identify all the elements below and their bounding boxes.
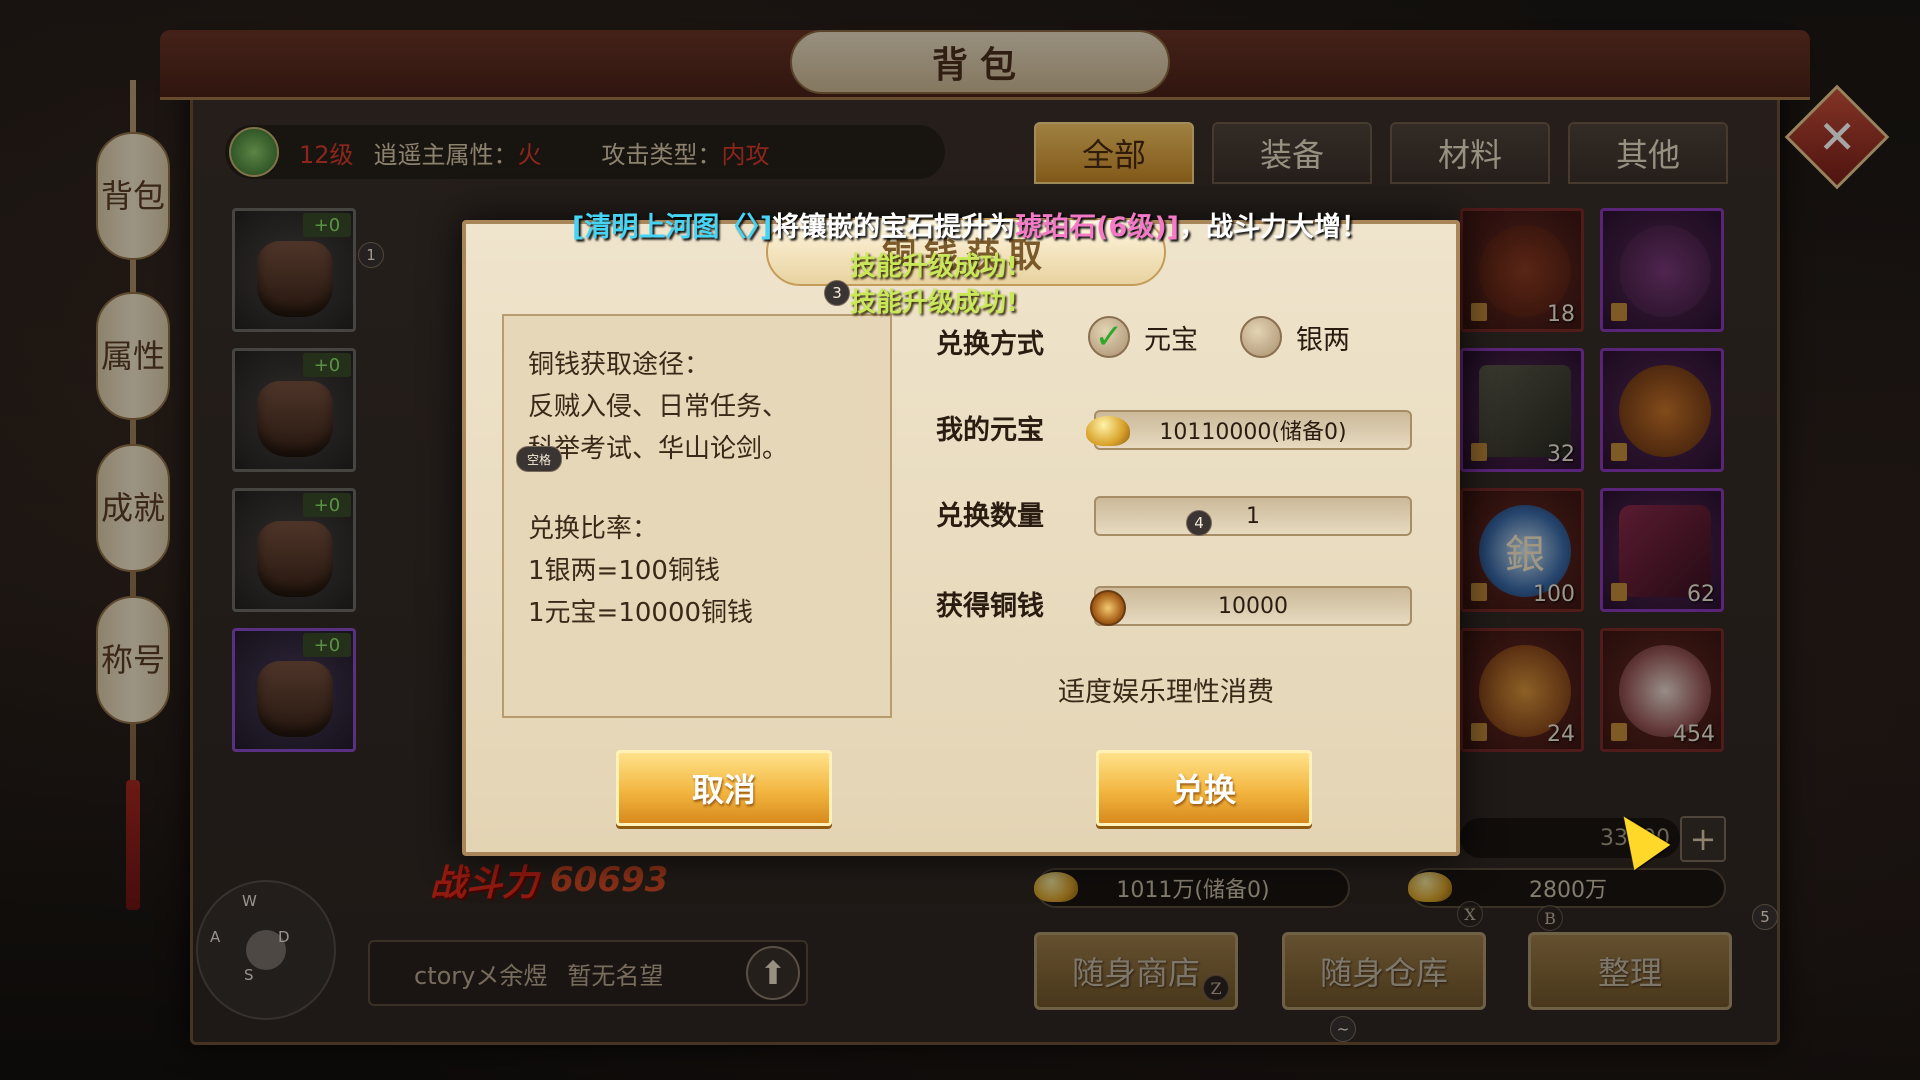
hotkey-badge: 空格 (516, 446, 562, 472)
info-line: 科举考试、华山论剑。 (528, 434, 789, 464)
method-option-label: 银两 (1296, 324, 1350, 356)
spending-notice: 适度娱乐理性消费 (1058, 677, 1274, 708)
hotkey-badge: 4 (1186, 510, 1212, 536)
quantity-value: 1 (1246, 503, 1260, 529)
exchange-button[interactable]: 兑换 (1096, 750, 1312, 826)
my-yuanbao-field: 10110000(储备0) (1086, 410, 1412, 450)
system-broadcast: [清明上河图〈〉] 将镶嵌的宝石提升为 琥珀石(6级)] ，战斗力大增！ (500, 202, 1440, 246)
my-yuanbao-label: 我的元宝 (936, 415, 1044, 446)
hotkey-badge: 3 (824, 280, 850, 306)
button-label: 兑换 (1171, 771, 1236, 809)
rate-line: 1银两=100铜钱 (528, 556, 720, 586)
rate-title: 兑换比率： (528, 514, 659, 544)
check-icon[interactable]: ✓ (1088, 316, 1130, 358)
exchange-info-panel: 铜钱获取途径： 反贼入侵、日常任务、 科举考试、华山论剑。 兑换比率： 1银两=… (502, 314, 892, 718)
method-label: 兑换方式 (936, 329, 1044, 360)
my-yuanbao-value: 10110000(储备0) (1159, 420, 1347, 445)
method-option-label: 元宝 (1144, 324, 1198, 356)
broadcast-text-end: ，战斗力大增！ (1179, 211, 1368, 243)
broadcast-player: [清明上河图〈〉] (572, 211, 773, 243)
info-line: 反贼入侵、日常任务、 (528, 392, 789, 422)
earn-value: 10000 (1218, 593, 1288, 619)
button-label: 取消 (691, 771, 756, 809)
earn-field: 10000 (1090, 586, 1412, 626)
cancel-button[interactable]: 取消 (616, 750, 832, 826)
quantity-label: 兑换数量 (936, 501, 1044, 532)
rate-line: 1元宝=10000铜钱 (528, 598, 754, 628)
skill-upgrade-toast: 技能升级成功! (850, 252, 1018, 282)
copper-coin-icon (1090, 590, 1126, 626)
broadcast-item: 琥珀石(6级)] (1015, 211, 1179, 243)
info-line: 铜钱获取途径： (528, 350, 711, 380)
radio-icon[interactable] (1240, 316, 1282, 358)
broadcast-text: 将镶嵌的宝石提升为 (772, 211, 1016, 243)
skill-upgrade-toast: 技能升级成功! (850, 288, 1018, 318)
gold-ingot-icon (1086, 416, 1130, 446)
quantity-input[interactable]: 1 (1094, 496, 1412, 536)
method-option-silver[interactable]: 银两 (1240, 316, 1350, 358)
earn-label: 获得铜钱 (936, 591, 1044, 622)
method-option-yuanbao[interactable]: ✓ 元宝 (1088, 316, 1198, 358)
